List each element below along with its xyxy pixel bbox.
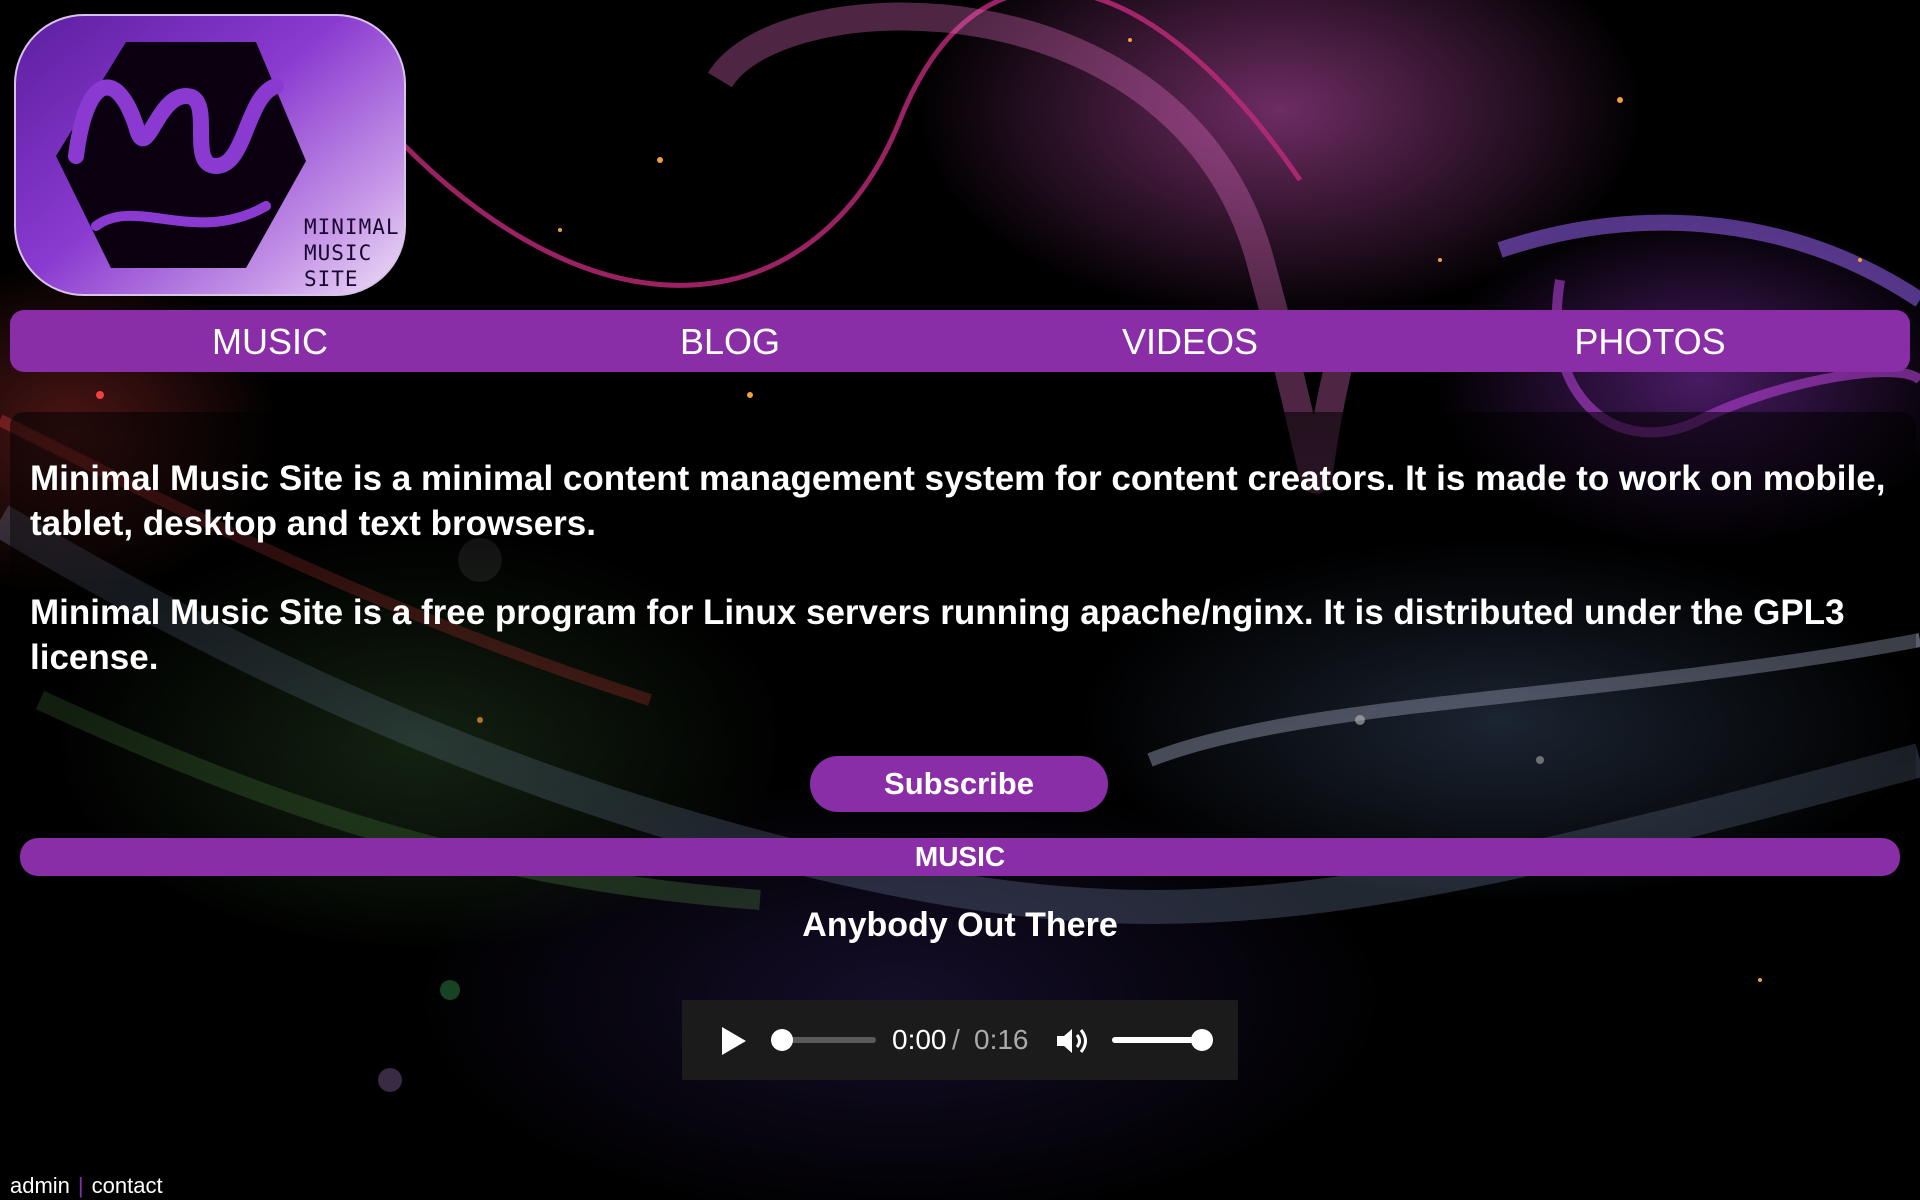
seek-slider[interactable] bbox=[771, 1029, 876, 1051]
music-section-header: MUSIC bbox=[20, 838, 1900, 876]
seek-slider-thumb[interactable] bbox=[771, 1029, 793, 1051]
audio-player: 0:00 / 0:16 bbox=[682, 1000, 1238, 1080]
nav-item-blog[interactable]: BLOG bbox=[500, 310, 960, 372]
volume-icon[interactable] bbox=[1054, 1024, 1092, 1058]
current-time: 0:00 bbox=[892, 1024, 947, 1055]
volume-slider-fill bbox=[1112, 1037, 1202, 1043]
intro-paragraph-1: Minimal Music Site is a minimal content … bbox=[30, 459, 1886, 543]
volume-slider-thumb[interactable] bbox=[1191, 1029, 1213, 1051]
time-separator: / bbox=[952, 1024, 960, 1055]
nav-item-videos[interactable]: VIDEOS bbox=[960, 310, 1420, 372]
subscribe-button[interactable]: Subscribe bbox=[810, 756, 1108, 812]
total-time: 0:16 bbox=[974, 1024, 1029, 1055]
intro-paragraph-2: Minimal Music Site is a free program for… bbox=[30, 593, 1845, 677]
footer-separator: | bbox=[77, 1173, 84, 1198]
contact-link[interactable]: contact bbox=[92, 1173, 163, 1198]
footer: admin | contact bbox=[10, 1172, 163, 1200]
admin-link[interactable]: admin bbox=[10, 1173, 70, 1198]
play-icon[interactable] bbox=[716, 1024, 750, 1058]
nav-item-music[interactable]: MUSIC bbox=[40, 310, 500, 372]
nav-item-photos[interactable]: PHOTOS bbox=[1420, 310, 1880, 372]
volume-slider[interactable] bbox=[1112, 1029, 1213, 1051]
track-title: Anybody Out There bbox=[802, 906, 1118, 944]
site-logo[interactable]: MINIMAL MUSIC SITE bbox=[14, 14, 406, 296]
logo-text: MINIMAL MUSIC SITE bbox=[304, 215, 400, 291]
main-nav: MUSIC BLOG VIDEOS PHOTOS bbox=[10, 310, 1910, 372]
page: MINIMAL MUSIC SITE MUSIC BLOG VIDEOS PHO… bbox=[0, 0, 1920, 1200]
